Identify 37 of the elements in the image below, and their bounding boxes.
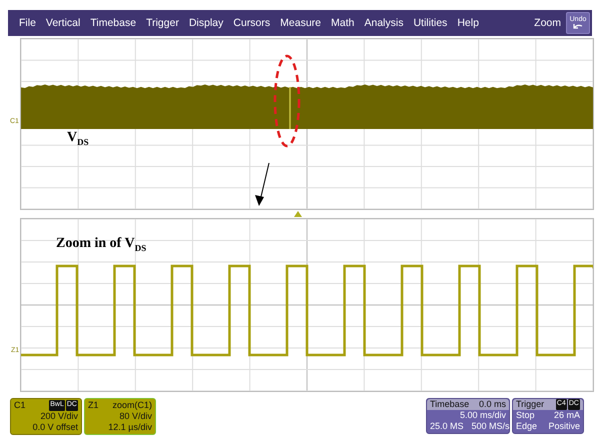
info-label: Stop <box>516 410 535 421</box>
info-value: zoom(C1) <box>112 400 152 411</box>
trigger-position-icon <box>294 211 302 217</box>
menu-item[interactable]: Timebase <box>85 17 142 29</box>
info-label: Timebase <box>430 399 470 410</box>
info-value: 0.0 ms <box>478 399 506 410</box>
info-label: C1 <box>14 400 26 411</box>
info-label: 25.0 MS <box>430 421 464 432</box>
info-value: 5.00 ms/div <box>460 410 506 421</box>
menu-item[interactable]: Vertical <box>40 17 86 29</box>
info-value: 0.0 V offset <box>32 422 78 433</box>
menu-item[interactable]: Measure <box>275 17 326 29</box>
menu-item[interactable]: Math <box>326 17 360 29</box>
info-label: Trigger <box>516 399 544 410</box>
menu-item[interactable]: Display <box>184 17 228 29</box>
info-value: 500 MS/s <box>472 421 510 432</box>
info-value: 200 V/div <box>40 411 78 422</box>
menu-item[interactable]: Utilities <box>408 17 452 29</box>
info-value: 80 V/div <box>119 411 152 422</box>
info-value: 26 mA <box>554 410 580 421</box>
menu-item[interactable]: Help <box>452 17 484 29</box>
menu-item[interactable]: Cursors <box>228 17 276 29</box>
menu-item[interactable]: Analysis <box>359 17 408 29</box>
zoom-info-box[interactable]: Z1 zoom(C1) 80 V/div 12.1 µs/div <box>84 398 156 435</box>
info-value: 12.1 µs/div <box>108 422 152 433</box>
info-value: Positive <box>548 421 580 432</box>
trace-annotation: V$_{DS}$ <box>67 130 89 147</box>
menu-item[interactable]: File <box>14 17 41 29</box>
trace-annotation: Zoom in of V$_{DS}$ <box>56 236 146 253</box>
arrow <box>255 162 270 206</box>
info-label: Edge <box>516 421 538 432</box>
info-label: Z1 <box>88 400 99 411</box>
zoom-button[interactable]: Zoom <box>529 17 566 29</box>
menu-item[interactable]: Trigger <box>141 17 184 29</box>
cursor-line <box>289 87 291 129</box>
timebase-info-box[interactable]: Timebase 0.0 ms 5.00 ms/div 25.0 MS 500 MS/s <box>426 398 510 434</box>
undo-arrow-icon <box>572 22 584 30</box>
